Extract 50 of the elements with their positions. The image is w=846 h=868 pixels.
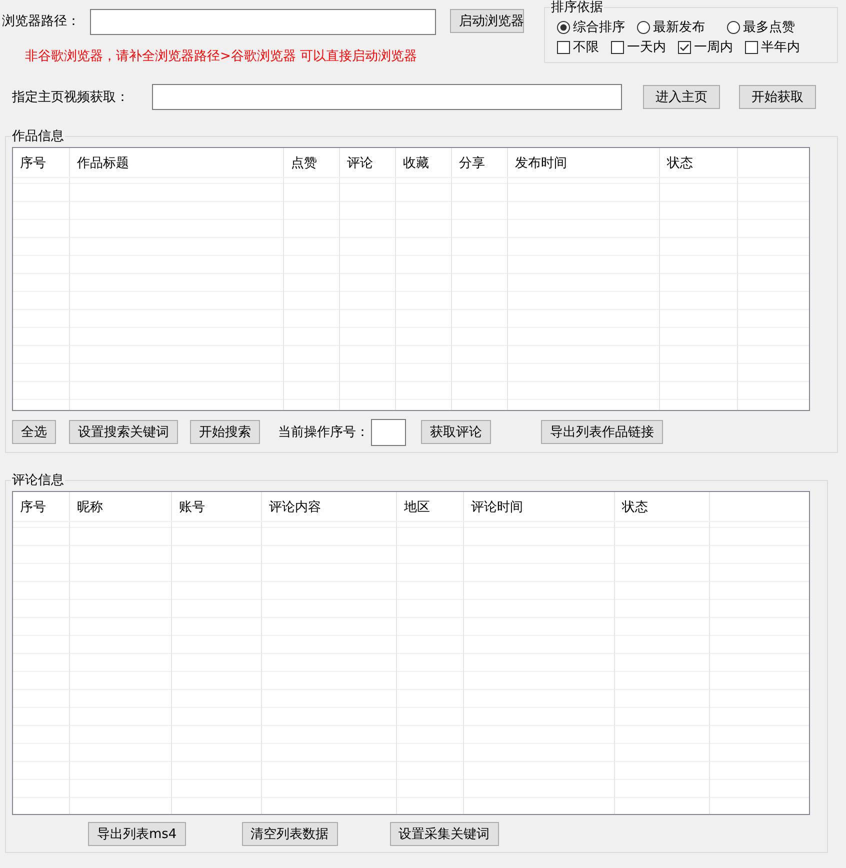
option-label[interactable]: 综合排序 xyxy=(573,18,625,36)
button[interactable]: 导出列表ms4 xyxy=(88,822,186,846)
column-header[interactable]: 状态 xyxy=(660,148,738,177)
text-field[interactable] xyxy=(371,418,406,446)
column-header[interactable]: 序号 xyxy=(13,148,70,177)
group-title: 作品信息 xyxy=(11,128,65,145)
group-title: 评论信息 xyxy=(11,472,65,489)
column-header[interactable]: 昵称 xyxy=(70,492,172,521)
option-label[interactable]: 一周内 xyxy=(694,38,733,56)
option-label[interactable]: 最多点赞 xyxy=(743,18,795,36)
group-title: 排序依据 xyxy=(550,0,604,16)
option-label[interactable]: 不限 xyxy=(573,38,599,56)
field-label: 当前操作序号： xyxy=(278,424,369,441)
button[interactable]: 全选 xyxy=(12,420,56,444)
text-field[interactable] xyxy=(90,9,436,35)
column-header[interactable]: 序号 xyxy=(13,492,70,521)
field-label: 指定主页视频获取： xyxy=(12,89,130,106)
button[interactable]: 开始搜索 xyxy=(190,420,260,444)
checkbox[interactable] xyxy=(678,40,691,54)
button[interactable]: 导出列表作品链接 xyxy=(541,420,663,444)
field-label: 浏览器路径： xyxy=(2,13,81,30)
option-label[interactable]: 一天内 xyxy=(627,38,666,56)
button[interactable]: 获取评论 xyxy=(421,420,491,444)
column-header[interactable]: 评论 xyxy=(340,148,396,177)
text-field[interactable] xyxy=(152,84,622,110)
radio-button[interactable] xyxy=(637,20,650,34)
column-header[interactable]: 发布时间 xyxy=(508,148,660,177)
button[interactable]: 开始获取 xyxy=(739,85,816,109)
button[interactable]: 进入主页 xyxy=(643,85,720,109)
column-header[interactable]: 分享 xyxy=(452,148,508,177)
button[interactable]: 设置搜索关键词 xyxy=(69,420,178,444)
radio-button[interactable] xyxy=(557,20,570,34)
column-header[interactable]: 收藏 xyxy=(396,148,452,177)
column-header[interactable]: 地区 xyxy=(397,492,464,521)
column-header[interactable]: 账号 xyxy=(172,492,262,521)
button[interactable]: 设置采集关键词 xyxy=(390,822,499,846)
column-header[interactable]: 评论内容 xyxy=(262,492,397,521)
option-label[interactable]: 半年内 xyxy=(761,38,800,56)
checkbox[interactable] xyxy=(611,40,624,54)
warning-text: 非谷歌浏览器，请补全浏览器路径>谷歌浏览器 可以直接启动浏览器 xyxy=(25,48,418,65)
checkbox[interactable] xyxy=(557,40,570,54)
button[interactable]: 清空列表数据 xyxy=(242,822,338,846)
button[interactable]: 启动浏览器 xyxy=(450,9,524,33)
option-label[interactable]: 最新发布 xyxy=(653,18,705,36)
checkbox[interactable] xyxy=(745,40,758,54)
column-header[interactable]: 点赞 xyxy=(284,148,340,177)
column-header[interactable]: 状态 xyxy=(615,492,710,521)
column-header[interactable]: 作品标题 xyxy=(70,148,284,177)
radio-button[interactable] xyxy=(727,20,740,34)
column-header[interactable]: 评论时间 xyxy=(464,492,615,521)
